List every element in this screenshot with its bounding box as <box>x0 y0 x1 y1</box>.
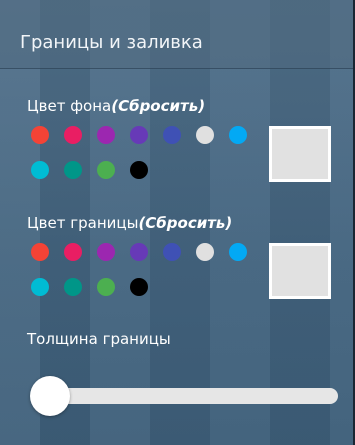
background-color-swatch-black[interactable] <box>130 161 148 179</box>
border-color-swatch-cyan[interactable] <box>31 278 49 296</box>
panel-title: Границы и заливка <box>20 32 203 53</box>
background-color-swatch-teal[interactable] <box>64 161 82 179</box>
border-color-swatch-deep-purple[interactable] <box>130 243 148 261</box>
border-color-label-text: Цвет границы <box>27 214 139 232</box>
borders-fill-panel: Границы и заливка Цвет фона(Сбросить) Цв… <box>0 0 353 445</box>
background-color-swatch-light-gray[interactable] <box>196 126 214 144</box>
background-color-swatch-pink[interactable] <box>64 126 82 144</box>
background-color-swatch-green[interactable] <box>97 161 115 179</box>
border-color-preview <box>269 243 331 299</box>
border-width-slider-thumb[interactable] <box>30 376 70 416</box>
background-color-preview <box>269 126 331 182</box>
background-color-label-text: Цвет фона <box>27 97 112 115</box>
border-color-label: Цвет границы(Сбросить) <box>27 214 232 232</box>
panel-header: Границы и заливка <box>0 0 353 69</box>
border-color-reset-link[interactable]: (Сбросить) <box>138 214 232 232</box>
border-color-swatch-green[interactable] <box>97 278 115 296</box>
background-color-reset-link[interactable]: (Сбросить) <box>111 97 205 115</box>
border-color-swatch-pink[interactable] <box>64 243 82 261</box>
background-color-swatch-blue[interactable] <box>229 126 247 144</box>
background-color-swatch-purple[interactable] <box>97 126 115 144</box>
border-color-swatch-indigo[interactable] <box>163 243 181 261</box>
background-color-swatch-red[interactable] <box>31 126 49 144</box>
border-color-swatch-teal[interactable] <box>64 278 82 296</box>
border-color-swatch-blue[interactable] <box>229 243 247 261</box>
border-color-swatch-black[interactable] <box>130 278 148 296</box>
border-width-slider-track[interactable] <box>40 388 338 404</box>
background-color-label: Цвет фона(Сбросить) <box>27 97 205 115</box>
border-color-swatch-purple[interactable] <box>97 243 115 261</box>
background-color-swatch-cyan[interactable] <box>31 161 49 179</box>
background-color-swatch-deep-purple[interactable] <box>130 126 148 144</box>
border-color-swatch-red[interactable] <box>31 243 49 261</box>
background-color-swatch-indigo[interactable] <box>163 126 181 144</box>
border-color-swatch-light-gray[interactable] <box>196 243 214 261</box>
border-width-label: Толщина границы <box>27 330 171 348</box>
